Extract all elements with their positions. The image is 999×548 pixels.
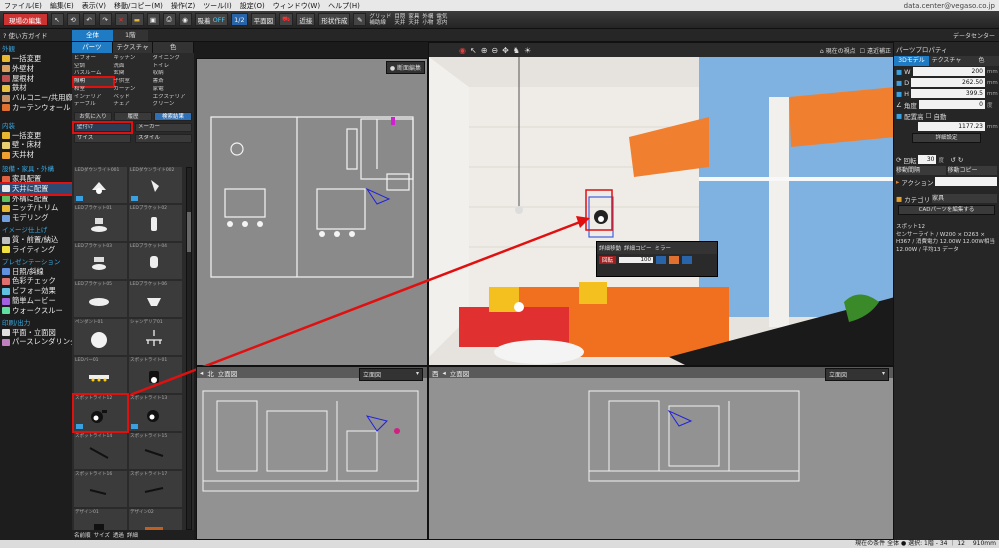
- depth-input[interactable]: 262.50: [911, 78, 985, 87]
- move-row: 移動間隔 移動コピー: [894, 165, 999, 176]
- place-height-input[interactable]: 1177.23: [918, 122, 985, 131]
- detail-settings-button[interactable]: 詳細設定: [912, 133, 981, 143]
- part-name: スポット12: [896, 224, 925, 230]
- properties-tabs: 3Dモデル テクスチャ 色: [894, 56, 999, 66]
- rotate-icon: ⟳: [896, 155, 902, 164]
- place-height-row: ■ 配置高 ☐ 自動: [896, 111, 947, 121]
- move-copy-select[interactable]: 移動コピー: [947, 166, 997, 175]
- lock-icon: ■: [896, 89, 903, 98]
- cad-edit-button[interactable]: CADパーツを編集する: [898, 205, 995, 215]
- move-interval-select[interactable]: 移動間隔: [896, 166, 946, 175]
- angle-icon: ∠: [896, 100, 902, 109]
- category-select[interactable]: 家具: [932, 194, 997, 203]
- angle-row: ∠ 角度 0 度: [896, 100, 993, 110]
- height-input[interactable]: 399.5: [911, 89, 985, 98]
- status-bar: 現在の条件 全体 ● 選択: 1階 - 34 ｜ 12 910mm: [0, 540, 999, 548]
- elevation-view-west[interactable]: 西 ◂ 立面図 立面図 ▾: [428, 366, 894, 540]
- elevation-west-header: 西 ◂ 立面図: [429, 367, 893, 378]
- rotate-left-icon[interactable]: ↺: [950, 156, 955, 164]
- lock-icon: ■: [896, 78, 903, 87]
- angle-input[interactable]: 0: [918, 100, 985, 109]
- rotate-row: ⟳ 回転 30 度 ↺ ↻: [896, 155, 964, 165]
- elevation-drawing-north: [202, 390, 419, 492]
- place-value-row: 1177.23 mm: [894, 121, 999, 132]
- tab-color-prop[interactable]: 色: [964, 56, 999, 66]
- action-icon: ▸: [896, 177, 900, 186]
- depth-row: ■ D 262.50 mm: [896, 78, 998, 87]
- part-description: センサーライト / W200 × D263 × H367 / 消費電力 12.0…: [896, 231, 995, 253]
- arrow-icon: ◂: [442, 368, 446, 377]
- action-input[interactable]: [935, 177, 997, 186]
- chevron-down-icon: ▾: [415, 370, 419, 377]
- width-row: ■ W 200 mm: [896, 67, 998, 76]
- properties-title: パーツプロパティ: [896, 46, 948, 54]
- elevation-select-west[interactable]: 立面図 ▾: [825, 368, 889, 381]
- width-input[interactable]: 200: [912, 67, 985, 76]
- category-row: ■ カテゴリ 家具: [894, 193, 999, 204]
- tab-3d-model[interactable]: 3Dモデル: [894, 56, 929, 66]
- rotate-input[interactable]: 30: [918, 155, 937, 164]
- arrow-icon: ◂: [200, 368, 204, 377]
- action-row: ▸ アクション: [894, 176, 999, 187]
- elevation-view-north[interactable]: ◂ 北立面図 立面図 ▾: [196, 366, 428, 540]
- elevation-drawing-west: [588, 390, 800, 482]
- elevation-select-north[interactable]: 立面図 ▾: [359, 368, 423, 381]
- tab-texture-prop[interactable]: テクスチャ: [929, 56, 964, 66]
- place-icon: ■: [896, 111, 903, 120]
- lock-icon: ■: [896, 67, 903, 76]
- height-row: ■ H 399.5 mm: [896, 89, 998, 98]
- properties-panel: パーツプロパティ 3Dモデル テクスチャ 色 ■ W 200 mm ■ D 262.50 m…: [894, 42, 999, 540]
- rotate-right-icon[interactable]: ↻: [958, 156, 963, 164]
- chevron-down-icon: ▾: [881, 370, 885, 377]
- auto-checkbox[interactable]: ☐: [926, 112, 932, 120]
- category-icon: ■: [896, 194, 903, 203]
- part-info: スポット12 センサーライト / W200 × D263 × H367 / 消費…: [894, 222, 999, 256]
